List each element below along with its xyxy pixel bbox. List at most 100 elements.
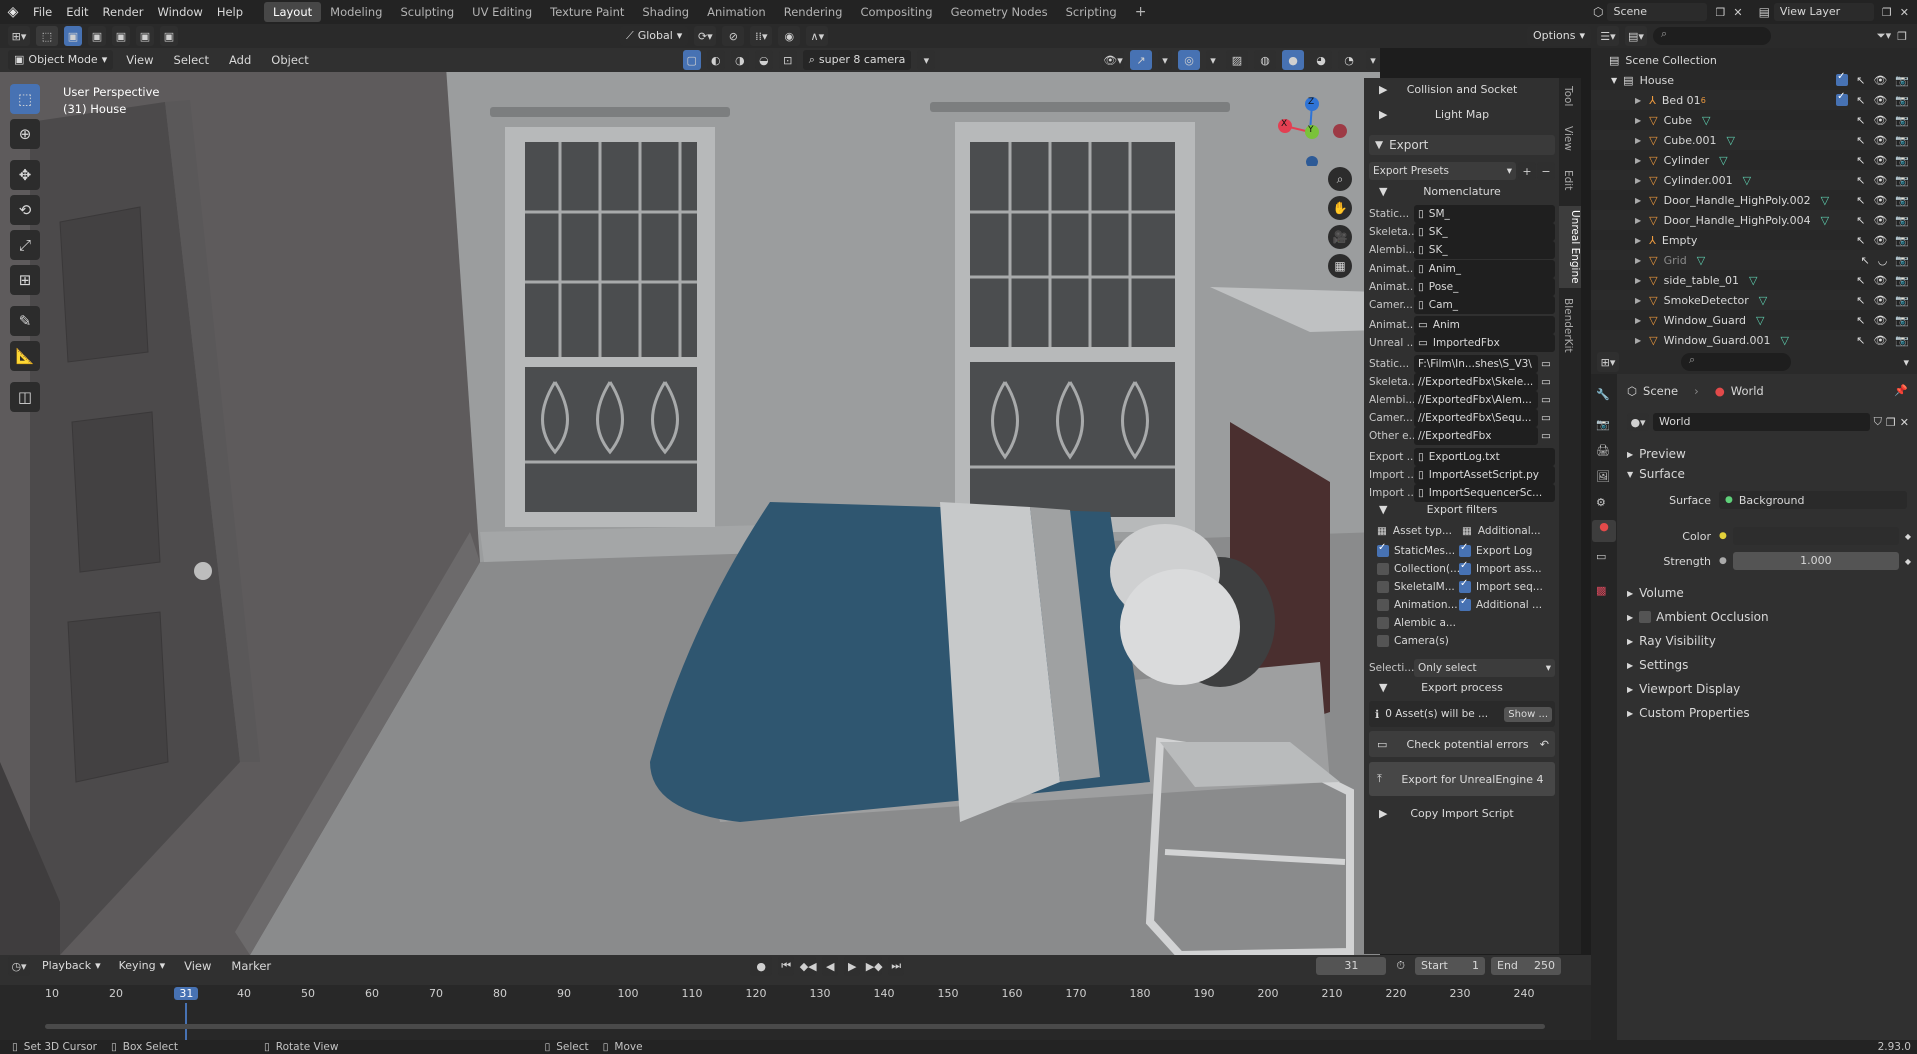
outliner-editor-icon[interactable]: ☰▾ — [1597, 26, 1619, 46]
unlink-world-icon[interactable]: ✕ — [1900, 416, 1909, 429]
nomenclature-field[interactable]: ▭ Anim — [1414, 316, 1555, 335]
current-frame-field[interactable]: 31 — [1316, 957, 1387, 975]
filter-checkbox-row[interactable]: Import ass... — [1459, 559, 1555, 579]
eye-icon[interactable]: 👁 — [1873, 294, 1887, 307]
filter-checkbox-row[interactable]: Additional ... — [1459, 595, 1555, 615]
scene-tab-icon[interactable]: ⚙ — [1596, 496, 1606, 509]
shading-dropdown-icon[interactable]: ▾ — [1366, 50, 1380, 70]
expand-arrow-icon[interactable]: ▶ — [1635, 116, 1641, 125]
nomenclature-field[interactable]: //ExportedFbx\Sequ... — [1414, 409, 1538, 428]
filter-checkbox-row[interactable]: Animation... — [1369, 595, 1459, 615]
outliner-item[interactable]: ▶ ▽ Grid ▽ ↖ ◡ 📷 — [1591, 250, 1917, 270]
keying-menu[interactable]: Keying ▾ — [113, 956, 171, 976]
camera-view-icon[interactable]: 🎥 — [1328, 225, 1352, 249]
collapsed-panel[interactable]: ▶ Custom Properties — [1627, 702, 1912, 724]
select-mode-invert-icon[interactable]: ▣ — [136, 26, 154, 46]
tab-edit[interactable]: Edit — [1562, 170, 1574, 190]
nomenclature-field[interactable]: ▯ Cam_ — [1414, 296, 1555, 314]
properties-search-input[interactable]: ⌕ — [1681, 353, 1791, 371]
keyframe-dot-icon[interactable]: ◆ — [1905, 532, 1911, 541]
navigation-gizmo[interactable]: Z X Y — [1270, 86, 1350, 168]
nomenclature-field[interactable]: ▭ ImportedFbx — [1414, 334, 1555, 353]
camera-render-toggle-icon[interactable]: 📷 — [1895, 234, 1909, 247]
collapsed-panel[interactable]: ▶ Ambient Occlusion — [1627, 606, 1912, 628]
select-arrow-icon[interactable]: ↖ — [1856, 334, 1865, 347]
view-layer-tab-icon[interactable]: 🖼 — [1596, 470, 1610, 483]
export-ue4-button[interactable]: ⤒ Export for UnrealEngine 4 — [1369, 762, 1555, 796]
timeline-track[interactable]: 10 20 31 40 50 60 70 80 90 100 110 120 130 140 150 160 1… — [0, 985, 1591, 1040]
keyframe-dot-icon[interactable]: ◆ — [1905, 557, 1911, 566]
eye-icon[interactable]: 👁 — [1873, 94, 1887, 107]
folder-browse-icon[interactable]: ▭ — [1541, 394, 1555, 406]
preview-section[interactable]: ▶ Preview — [1627, 443, 1912, 465]
expand-arrow-icon[interactable]: ▶ — [1635, 196, 1641, 205]
select-arrow-icon[interactable]: ↖ — [1856, 294, 1865, 307]
gizmo-dropdown-icon[interactable]: ▾ — [1158, 50, 1172, 70]
select-arrow-icon[interactable]: ↖ — [1856, 314, 1865, 327]
camera-render-toggle-icon[interactable]: 📷 — [1895, 174, 1909, 187]
menu-render[interactable]: Render — [96, 0, 151, 24]
nomenclature-field[interactable]: ▯ SK_ — [1414, 241, 1555, 260]
nomenclature-header[interactable]: ▼ Nomenclature — [1369, 182, 1555, 202]
play-reverse-icon[interactable]: ◀ — [822, 956, 839, 976]
select-box-icon[interactable]: ⬚ — [10, 84, 40, 114]
nomenclature-field[interactable]: F:\Film\In...shes\S_V3\ — [1414, 354, 1538, 373]
solid-shading-icon[interactable]: ● — [1282, 50, 1304, 70]
select-arrow-icon[interactable]: ↖ — [1856, 114, 1865, 127]
pivot-icon[interactable]: ⟳▾ — [694, 26, 717, 46]
output-tab-icon[interactable]: 🖨 — [1596, 444, 1610, 457]
properties-editor-icon[interactable]: ⊞▾ — [1597, 352, 1619, 372]
camera-selector[interactable]: ⌕ super 8 camera — [802, 50, 912, 70]
outliner-item[interactable]: ▶ ▽ Cylinder.001 ▽ ↖ 👁 📷 — [1591, 170, 1917, 190]
select-arrow-icon[interactable]: ↖ — [1856, 74, 1865, 87]
scene-collection-row[interactable]: ▤ Scene Collection — [1591, 50, 1917, 70]
rotate-icon[interactable]: ⟲ — [10, 195, 40, 225]
rendered-shading-icon[interactable]: ◔ — [1338, 50, 1360, 70]
select-mode-subtract-icon[interactable]: ▣ — [112, 26, 130, 46]
folder-browse-icon[interactable]: ▭ — [1541, 376, 1555, 388]
house-collection-row[interactable]: ▼ ▤ House ↖ 👁 📷 — [1591, 70, 1917, 90]
camera-render-toggle-icon[interactable]: 📷 — [1895, 114, 1909, 127]
expand-arrow-icon[interactable]: ▶ — [1635, 276, 1641, 285]
folder-browse-icon[interactable]: ▭ — [1541, 358, 1555, 370]
camera-render-toggle-icon[interactable]: 📷 — [1895, 314, 1909, 327]
outliner-search-input[interactable]: ⌕ — [1653, 27, 1771, 45]
strength-field[interactable]: 1.000 — [1732, 552, 1899, 570]
expand-arrow-icon[interactable]: ▶ — [1635, 176, 1641, 185]
vp-menu-view[interactable]: View — [119, 48, 160, 72]
timeline-marker-menu[interactable]: Marker — [224, 954, 278, 978]
outliner-item[interactable]: ▶ ▽ Door_Handle_HighPoly.002 ▽ ↖ 👁 📷 — [1591, 190, 1917, 210]
collapsed-panel[interactable]: ▶ Settings — [1627, 654, 1912, 676]
vp-menu-add[interactable]: Add — [222, 48, 258, 72]
playback-menu[interactable]: Playback ▾ — [36, 956, 107, 976]
tab-geometry-nodes[interactable]: Geometry Nodes — [942, 2, 1057, 22]
nomenclature-field[interactable]: //ExportedFbx\Skele... — [1414, 372, 1538, 391]
snap-target-icon[interactable]: ⁞⁞▾ — [750, 26, 773, 46]
view-layer-icon[interactable]: ▤ — [1759, 5, 1770, 19]
nomenclature-field[interactable]: ▯ Anim_ — [1414, 259, 1555, 278]
filter-checkbox-row[interactable]: Collection(... — [1369, 559, 1459, 579]
display-mode-icon[interactable]: ▤▾ — [1625, 26, 1647, 46]
expand-arrow-icon[interactable]: ▶ — [1635, 256, 1641, 265]
menu-file[interactable]: File — [26, 0, 59, 24]
expand-arrow-icon[interactable]: ▶ — [1635, 216, 1641, 225]
tab-compositing[interactable]: Compositing — [851, 2, 941, 22]
vp-menu-select[interactable]: Select — [167, 48, 216, 72]
surface-section[interactable]: ▼ Surface — [1627, 463, 1912, 485]
render-tab-icon[interactable]: 📷 — [1596, 418, 1610, 431]
tab-uv-editing[interactable]: UV Editing — [463, 2, 541, 22]
world-browse-icon[interactable]: ●▾ — [1627, 413, 1649, 431]
move-icon[interactable]: ✥ — [10, 160, 40, 190]
camera-render-toggle-icon[interactable]: 📷 — [1895, 294, 1909, 307]
select-arrow-icon[interactable]: ↖ — [1856, 154, 1865, 167]
filter-checkbox-row[interactable]: Alembic a... — [1369, 613, 1459, 633]
nomenclature-field[interactable]: //ExportedFbx — [1414, 427, 1538, 446]
collapsed-panel[interactable]: ▶ Viewport Display — [1627, 678, 1912, 700]
mode-dropdown[interactable]: ▣ Object Mode ▾ — [8, 50, 114, 70]
overlays-icon[interactable]: ◎ — [1178, 50, 1200, 70]
eye-icon[interactable]: 👁 — [1873, 334, 1887, 347]
filter-checkbox[interactable] — [1459, 560, 1471, 575]
undo-icon[interactable]: ↶ — [1540, 738, 1549, 751]
prev-keyframe-icon[interactable]: ◆◀ — [800, 956, 817, 976]
tab-sculpting[interactable]: Sculpting — [391, 2, 463, 22]
